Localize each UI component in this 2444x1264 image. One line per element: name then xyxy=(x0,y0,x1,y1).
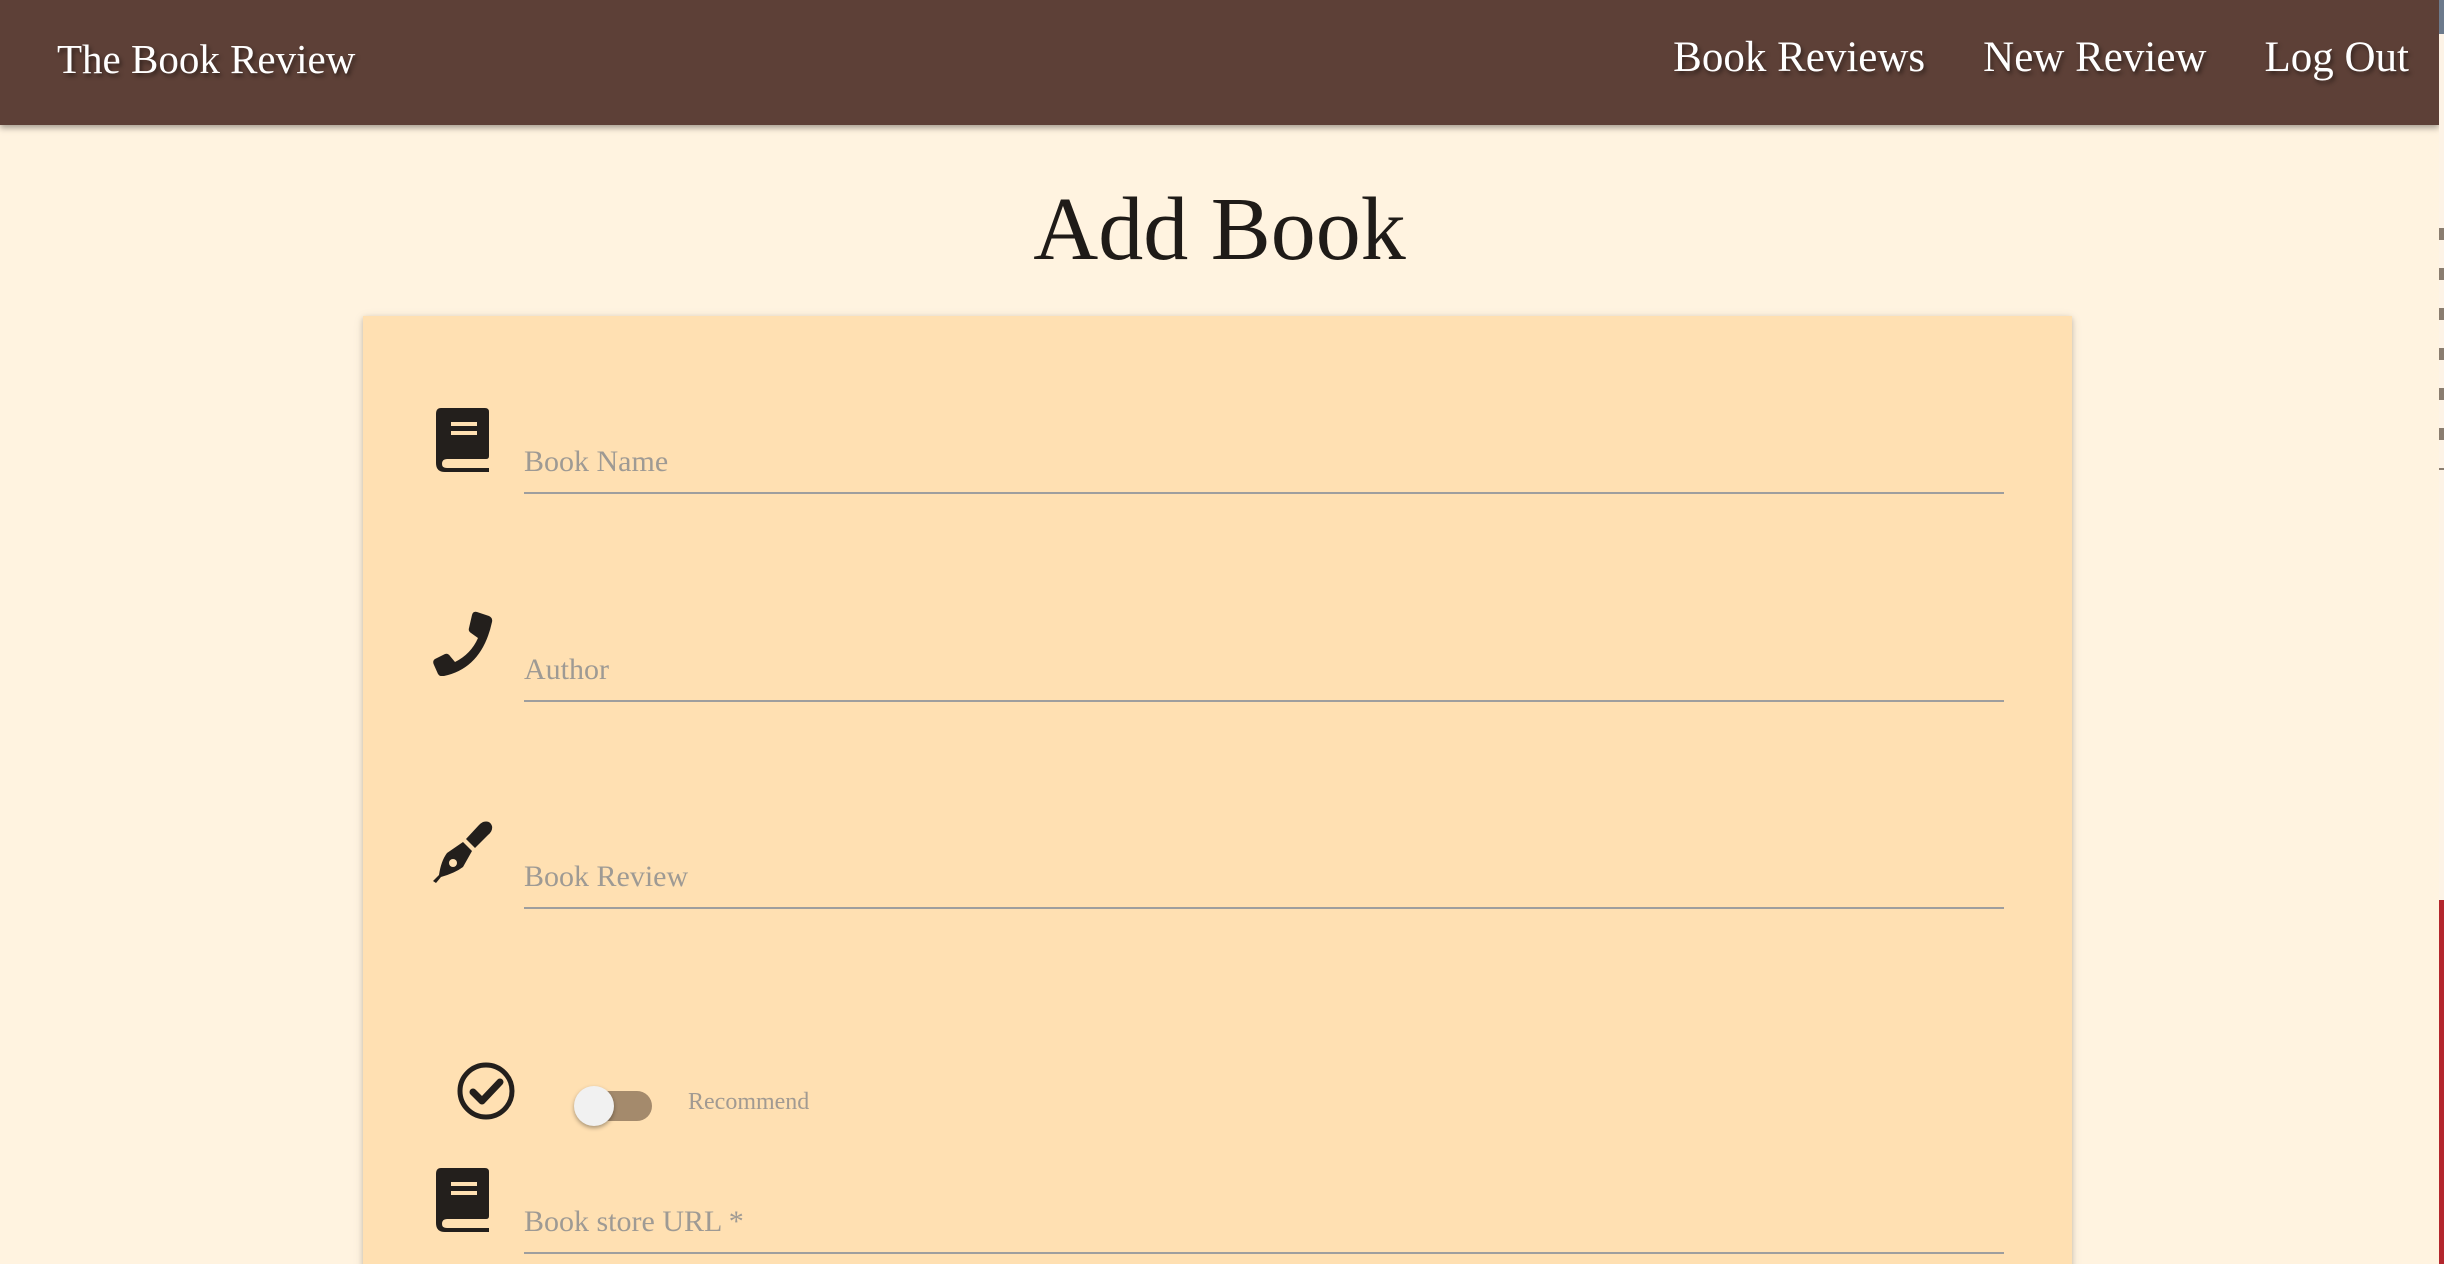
add-book-form-card: Recommend xyxy=(363,316,2072,1264)
nav-link-book-reviews[interactable]: Book Reviews xyxy=(1673,33,1925,82)
recommend-toggle[interactable] xyxy=(574,1086,652,1126)
top-navbar: The Book Review Book Reviews New Review … xyxy=(0,0,2439,125)
background-window-edge xyxy=(2439,0,2444,1264)
book-store-url-field xyxy=(363,1156,2072,1264)
nav-links: Book Reviews New Review Log Out xyxy=(1615,33,2409,82)
page-title: Add Book xyxy=(1033,180,1406,279)
nav-link-new-review[interactable]: New Review xyxy=(1983,33,2206,82)
pen-icon xyxy=(433,821,493,883)
page: The Book Review Book Reviews New Review … xyxy=(0,0,2444,1264)
nav-link-log-out[interactable]: Log Out xyxy=(2264,33,2409,82)
recommend-label: Recommend xyxy=(688,1089,810,1115)
book-name-input[interactable] xyxy=(524,432,2004,494)
book-review-field xyxy=(363,811,2072,921)
check-circle-icon xyxy=(457,1062,515,1120)
author-field xyxy=(363,604,2072,714)
book-icon xyxy=(436,1168,489,1232)
author-input[interactable] xyxy=(524,640,2004,702)
brand-logo-link[interactable]: The Book Review xyxy=(57,35,355,83)
book-icon xyxy=(436,408,489,472)
book-name-field xyxy=(363,396,2072,506)
recommend-row: Recommend xyxy=(363,1036,2072,1146)
book-store-url-input[interactable] xyxy=(524,1192,2004,1254)
phone-icon xyxy=(433,611,493,676)
book-review-input[interactable] xyxy=(524,847,2004,909)
toggle-knob xyxy=(574,1086,614,1126)
app-window: The Book Review Book Reviews New Review … xyxy=(0,0,2439,1264)
